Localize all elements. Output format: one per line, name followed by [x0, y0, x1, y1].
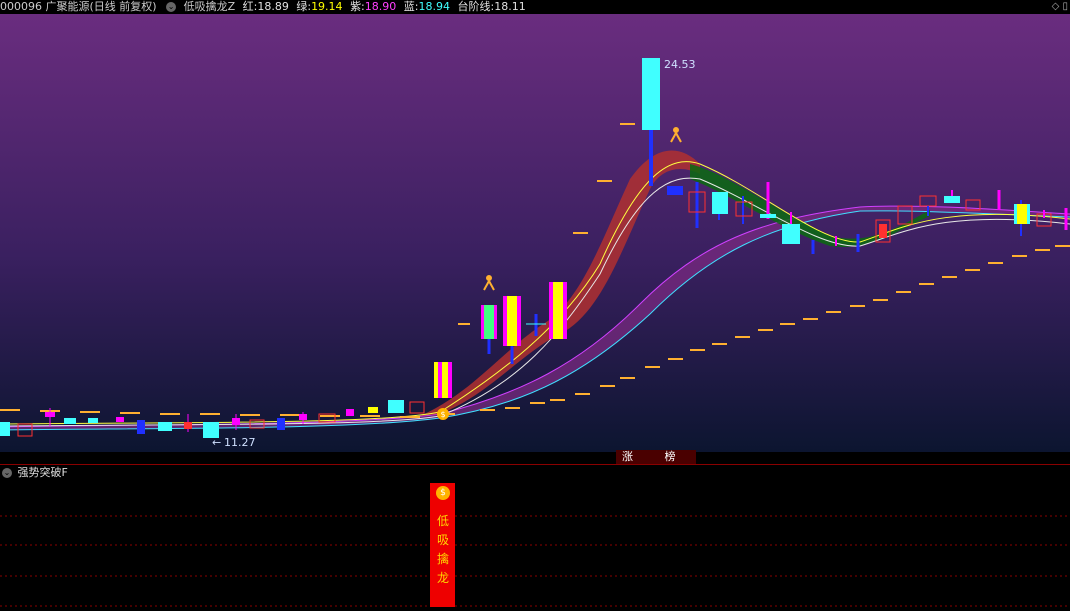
- value-step-label: 台阶线:: [457, 0, 495, 13]
- window-controls: ◇ ▯: [1052, 0, 1068, 14]
- chart-header: 000096 广聚能源(日线 前复权) ⌄ 低吸擒龙Z 红:18.89 绿:19…: [0, 0, 1070, 14]
- indicator-header: ⌄ 强势突破F: [0, 466, 68, 480]
- value-red: 18.89: [257, 0, 289, 13]
- panel-icon[interactable]: ▯: [1062, 1, 1068, 12]
- candle: [0, 422, 10, 436]
- candle: [549, 282, 567, 339]
- value-purple: 18.90: [364, 0, 397, 13]
- candle: [434, 362, 452, 398]
- svg-text:$: $: [440, 410, 445, 419]
- value-blue: 18.94: [418, 0, 451, 13]
- value-green-label: 绿:: [296, 0, 312, 13]
- low-price-arrow: ←: [212, 436, 221, 449]
- money-bag-icon: $: [436, 486, 450, 500]
- money-bag-icon: $: [437, 408, 449, 420]
- indicator-title[interactable]: 强势突破F: [18, 466, 68, 479]
- toggle-icon[interactable]: ⌄: [2, 468, 12, 478]
- value-blue-label: 蓝:: [403, 0, 419, 13]
- candle: [667, 186, 683, 195]
- candle: [388, 400, 404, 413]
- limit-up-badge: 涨 榜: [616, 450, 696, 464]
- candle: [116, 417, 124, 422]
- low-price-label: 11.27: [224, 436, 256, 449]
- candle: [158, 422, 172, 431]
- toggle-icon[interactable]: ⌄: [166, 2, 177, 12]
- stock-code-name[interactable]: 000096 广聚能源(日线 前复权): [0, 0, 157, 13]
- diamond-icon[interactable]: ◇: [1052, 1, 1060, 12]
- candle: [368, 407, 378, 413]
- value-step: 18.11: [494, 0, 526, 13]
- candle: [64, 418, 76, 424]
- value-purple-label: 紫:: [350, 0, 365, 13]
- candlestick-chart[interactable]: $ 24.53 ← 11.27: [0, 14, 1070, 452]
- indicator-name[interactable]: 低吸擒龙Z: [184, 0, 236, 13]
- high-price-label: 24.53: [664, 58, 696, 71]
- signal-text: 低吸擒龙: [437, 514, 450, 585]
- indicator-pane: [0, 515, 1070, 607]
- candle: [137, 420, 145, 434]
- value-red-label: 红:: [242, 0, 258, 13]
- pane-divider[interactable]: [0, 464, 1070, 465]
- candle: [88, 418, 98, 423]
- candle: [277, 418, 285, 430]
- candle: [346, 409, 354, 416]
- value-green: 19.14: [311, 0, 343, 13]
